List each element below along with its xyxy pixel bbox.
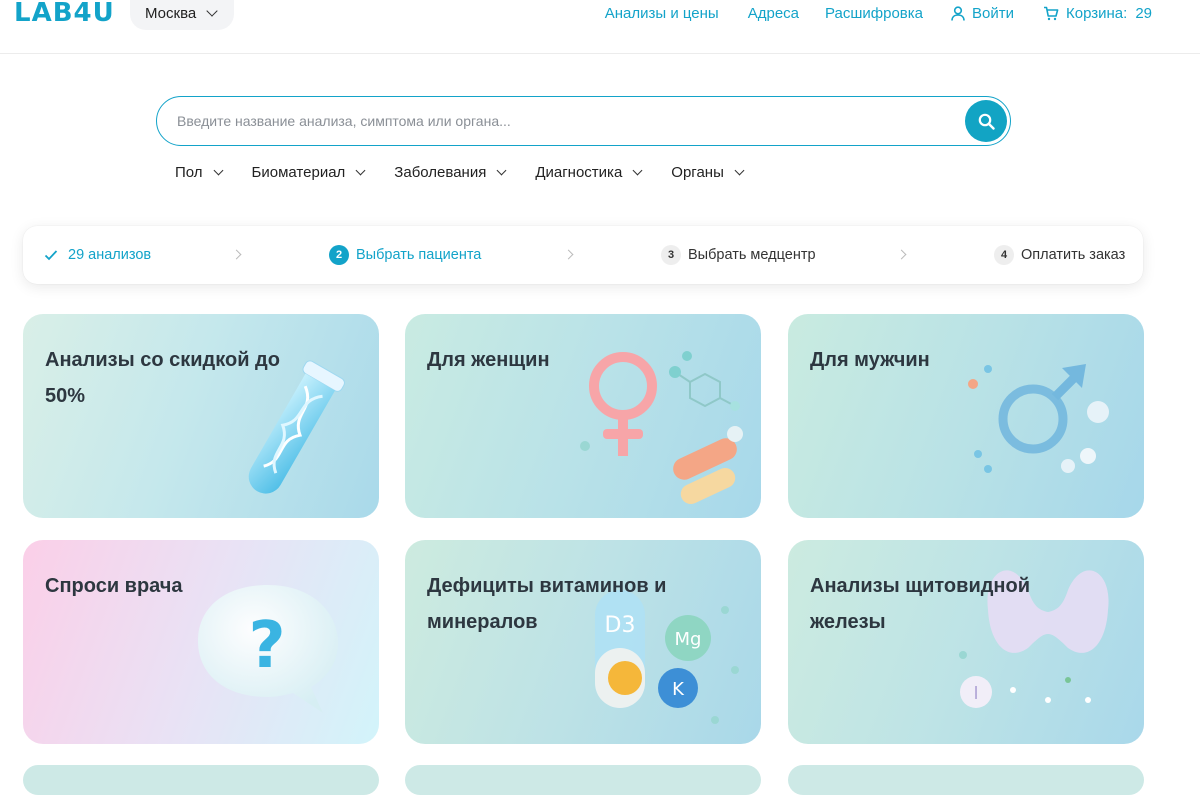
potassium-label: K bbox=[672, 679, 685, 700]
cart-link[interactable]: Корзина: 29 bbox=[1043, 5, 1152, 22]
cart-count: 29 bbox=[1135, 5, 1152, 22]
city-label: Москва bbox=[145, 4, 197, 22]
login-label: Войти bbox=[972, 5, 1014, 22]
search-input[interactable] bbox=[177, 97, 957, 144]
category-card-vitamins[interactable]: Дефициты витаминов и минералов D3 Mg K bbox=[405, 540, 761, 744]
chevron-right-icon bbox=[231, 249, 242, 260]
nav-link-decoding[interactable]: Расшифровка bbox=[825, 5, 923, 22]
step-label: Выбрать медцентр bbox=[688, 247, 816, 263]
svg-text:?: ? bbox=[248, 609, 285, 683]
category-card-ask-doctor[interactable]: Спроси врача ? bbox=[23, 540, 379, 744]
step-number: 4 bbox=[994, 245, 1014, 265]
logo[interactable]: LAB4U bbox=[14, 0, 115, 28]
category-card-discount[interactable]: Анализы со скидкой до 50% bbox=[23, 314, 379, 518]
category-card-partial[interactable] bbox=[405, 765, 761, 795]
category-card-thyroid[interactable]: Анализы щитовидной железы I bbox=[788, 540, 1144, 744]
chevron-right-icon bbox=[896, 249, 907, 260]
step-select-patient[interactable]: 2 Выбрать пациента bbox=[329, 226, 481, 284]
step-label: Выбрать пациента bbox=[356, 247, 482, 263]
chevron-down-icon bbox=[355, 165, 366, 175]
card-title: Анализы со скидкой до 50% bbox=[45, 349, 280, 407]
card-title: Для женщин bbox=[427, 349, 550, 371]
filter-label: Заболевания bbox=[394, 164, 487, 181]
nav-link-tests[interactable]: Анализы и цены bbox=[605, 5, 719, 22]
step-tests[interactable]: 29 анализов bbox=[41, 226, 151, 284]
card-title: Спроси врача bbox=[45, 575, 183, 597]
card-title: Дефициты витаминов и минералов bbox=[427, 575, 667, 633]
search-button[interactable] bbox=[965, 100, 1007, 142]
category-card-partial[interactable] bbox=[788, 765, 1144, 795]
city-selector[interactable]: Москва bbox=[130, 0, 234, 30]
chevron-down-icon bbox=[206, 4, 218, 17]
search-bar bbox=[156, 96, 1011, 146]
step-number: 3 bbox=[661, 245, 681, 265]
cart-label: Корзина: bbox=[1066, 5, 1128, 22]
filter-diagnostics[interactable]: Диагностика bbox=[535, 164, 643, 181]
chevron-down-icon bbox=[213, 165, 223, 175]
filter-sex[interactable]: Пол bbox=[175, 164, 223, 181]
filter-biomaterial[interactable]: Биоматериал bbox=[251, 164, 366, 181]
check-icon bbox=[41, 245, 61, 265]
card-title: Анализы щитовидной железы bbox=[810, 575, 1031, 633]
cart-icon bbox=[1044, 6, 1059, 21]
chevron-down-icon bbox=[496, 165, 507, 175]
filter-label: Биоматериал bbox=[251, 164, 346, 181]
step-payment[interactable]: 4 Оплатить заказ bbox=[994, 226, 1125, 284]
main-nav: Анализы и цены Адреса Расшифровка Войти … bbox=[605, 5, 1152, 22]
nav-link-addresses[interactable]: Адреса bbox=[748, 5, 799, 22]
login-link[interactable]: Войти bbox=[951, 5, 1014, 22]
filter-label: Диагностика bbox=[535, 164, 623, 181]
filter-bar: Пол Биоматериал Заболевания Диагностика … bbox=[175, 164, 745, 181]
step-select-center[interactable]: 3 Выбрать медцентр bbox=[661, 226, 816, 284]
search-icon bbox=[978, 113, 995, 130]
order-steps: 29 анализов 2 Выбрать пациента 3 Выбрать… bbox=[23, 226, 1143, 284]
category-card-women[interactable]: Для женщин bbox=[405, 314, 761, 518]
step-label: Оплатить заказ bbox=[1021, 247, 1126, 263]
category-card-partial[interactable] bbox=[23, 765, 379, 795]
step-label: 29 анализов bbox=[68, 247, 152, 263]
user-icon bbox=[951, 6, 965, 21]
iodine-label: I bbox=[973, 683, 978, 704]
chevron-right-icon bbox=[563, 249, 574, 260]
filter-diseases[interactable]: Заболевания bbox=[394, 164, 507, 181]
category-card-men[interactable]: Для мужчин bbox=[788, 314, 1144, 518]
site-header: LAB4U Москва Анализы и цены Адреса Расши… bbox=[0, 0, 1200, 54]
chevron-down-icon bbox=[632, 165, 643, 175]
card-title: Для мужчин bbox=[810, 349, 930, 371]
filter-organs[interactable]: Органы bbox=[671, 164, 745, 181]
chevron-down-icon bbox=[734, 165, 745, 175]
step-number: 2 bbox=[329, 245, 349, 265]
filter-label: Пол bbox=[175, 164, 203, 181]
filter-label: Органы bbox=[671, 164, 724, 181]
